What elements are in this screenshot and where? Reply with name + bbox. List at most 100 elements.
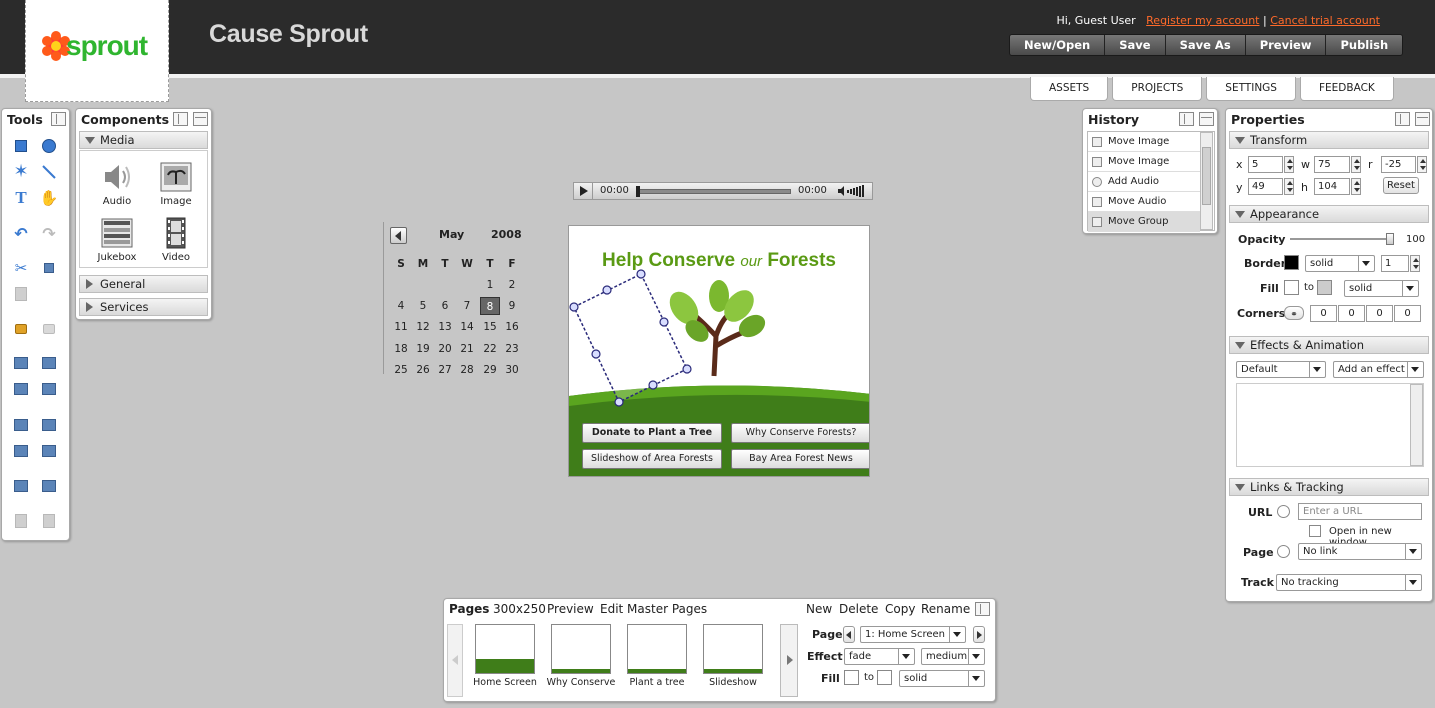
effect-preset-select[interactable]: Default xyxy=(1236,361,1326,378)
corners-link-button[interactable]: ⚭ xyxy=(1284,306,1304,320)
spinner-arrows-icon[interactable] xyxy=(1351,178,1361,195)
panel-collapse-icon[interactable] xyxy=(173,112,188,126)
delete-page-link[interactable]: Delete xyxy=(839,602,878,616)
save-button[interactable]: Save xyxy=(1105,35,1166,55)
calendar-day[interactable]: 14 xyxy=(457,321,477,333)
save-as-button[interactable]: Save As xyxy=(1165,35,1246,55)
forest-news-button[interactable]: Bay Area Forest News xyxy=(731,449,869,469)
next-page-button[interactable] xyxy=(973,626,985,643)
page-thumb-plant-a-tree[interactable] xyxy=(627,624,687,674)
general-section-header[interactable]: General xyxy=(79,275,208,293)
align-center-icon[interactable] xyxy=(11,476,31,496)
url-radio[interactable] xyxy=(1277,505,1290,518)
transform-section-header[interactable]: Transform xyxy=(1229,131,1429,149)
ungroup-icon[interactable] xyxy=(39,353,59,373)
border-style-select[interactable]: solid xyxy=(1305,255,1375,272)
cut-icon[interactable]: ✂ xyxy=(11,258,31,278)
send-backward-icon[interactable] xyxy=(39,379,59,399)
cancel-trial-link[interactable]: Cancel trial account xyxy=(1270,14,1380,27)
bring-forward-icon[interactable] xyxy=(11,379,31,399)
calendar-day[interactable]: 6 xyxy=(435,300,455,312)
panel-minimize-icon[interactable] xyxy=(1199,112,1214,126)
tab-feedback[interactable]: FEEDBACK xyxy=(1299,77,1394,101)
play-icon[interactable] xyxy=(580,186,588,196)
links-section-header[interactable]: Links & Tracking xyxy=(1229,478,1429,496)
new-open-button[interactable]: New/Open xyxy=(1010,35,1106,55)
audio-progress-track[interactable] xyxy=(636,189,791,194)
border-color-swatch[interactable] xyxy=(1284,255,1299,270)
publish-button[interactable]: Publish xyxy=(1326,35,1403,55)
calendar-day[interactable]: 20 xyxy=(435,343,455,355)
line-tool-icon[interactable] xyxy=(39,162,59,182)
align-left-icon[interactable] xyxy=(11,415,31,435)
panel-minimize-icon[interactable] xyxy=(1415,112,1430,126)
spinner-arrows-icon[interactable] xyxy=(1417,156,1427,173)
page-radio[interactable] xyxy=(1277,545,1290,558)
align-right-icon[interactable] xyxy=(39,415,59,435)
fill-to-color-swatch[interactable] xyxy=(1317,280,1332,295)
volume-icon[interactable] xyxy=(836,184,870,198)
url-input[interactable]: Enter a URL xyxy=(1298,503,1422,520)
scroll-thumb[interactable] xyxy=(1202,147,1211,205)
selected-image-frame[interactable] xyxy=(569,268,699,408)
history-item[interactable]: Move Image xyxy=(1088,152,1200,172)
unlock-icon[interactable] xyxy=(39,319,59,339)
calendar-day[interactable]: 27 xyxy=(435,364,455,376)
add-effect-select[interactable]: Add an effect xyxy=(1333,361,1424,378)
rotation-input[interactable]: -25 xyxy=(1381,156,1427,173)
page-thumb-home[interactable] xyxy=(475,624,535,674)
register-link[interactable]: Register my account xyxy=(1146,14,1259,27)
media-section-header[interactable]: Media xyxy=(79,131,208,149)
jukebox-component[interactable]: Jukebox xyxy=(97,217,137,263)
corner-tl-input[interactable]: 0 xyxy=(1310,305,1337,322)
calendar-day[interactable]: 1 xyxy=(480,279,500,291)
border-width-input[interactable]: 1 xyxy=(1381,255,1420,272)
lock-icon[interactable] xyxy=(11,319,31,339)
y-input[interactable]: 49 xyxy=(1248,178,1294,195)
calendar-day[interactable]: 16 xyxy=(502,321,522,333)
history-item[interactable]: Move Audio xyxy=(1088,192,1200,212)
paste-icon[interactable] xyxy=(11,284,31,304)
calendar-day[interactable]: 19 xyxy=(413,343,433,355)
panel-collapse-icon[interactable] xyxy=(1395,112,1410,126)
corner-bl-input[interactable]: 0 xyxy=(1394,305,1421,322)
calendar-day[interactable]: 30 xyxy=(502,364,522,376)
copy-page-link[interactable]: Copy xyxy=(885,602,915,616)
audio-progress-handle[interactable] xyxy=(636,186,640,197)
calendar-day[interactable]: 21 xyxy=(457,343,477,355)
prev-month-button[interactable] xyxy=(390,227,407,244)
calendar-day-selected[interactable]: 8 xyxy=(480,297,500,315)
align-bottom-icon[interactable] xyxy=(39,441,59,461)
effects-scrollbar[interactable] xyxy=(1410,384,1423,466)
calendar-day[interactable]: 28 xyxy=(457,364,477,376)
history-item-selected[interactable]: Move Group xyxy=(1088,212,1200,232)
reset-button[interactable]: Reset xyxy=(1383,177,1419,194)
tab-settings[interactable]: SETTINGS xyxy=(1206,77,1296,101)
calendar-day[interactable]: 11 xyxy=(391,321,411,333)
history-item[interactable]: Add Audio xyxy=(1088,172,1200,192)
panel-collapse-icon[interactable] xyxy=(975,602,990,616)
corner-br-input[interactable]: 0 xyxy=(1366,305,1393,322)
calendar-day[interactable]: 18 xyxy=(391,343,411,355)
spinner-arrows-icon[interactable] xyxy=(1410,255,1420,272)
preview-button[interactable]: Preview xyxy=(1245,35,1327,55)
spinner-arrows-icon[interactable] xyxy=(1351,156,1361,173)
calendar-day[interactable]: 29 xyxy=(480,364,500,376)
align-top-icon[interactable] xyxy=(11,441,31,461)
spinner-arrows-icon[interactable] xyxy=(1284,156,1294,173)
history-scrollbar[interactable] xyxy=(1200,132,1213,230)
rectangle-tool-icon[interactable] xyxy=(11,136,31,156)
page-link-select[interactable]: No link xyxy=(1298,543,1422,560)
calendar-day[interactable]: 22 xyxy=(480,343,500,355)
calendar-day[interactable]: 23 xyxy=(502,343,522,355)
spinner-arrows-icon[interactable] xyxy=(1284,178,1294,195)
align-middle-icon[interactable] xyxy=(39,476,59,496)
distribute-vertical-icon[interactable] xyxy=(39,511,59,531)
calendar-day[interactable]: 4 xyxy=(391,300,411,312)
page-thumb-slideshow[interactable] xyxy=(703,624,763,674)
undo-icon[interactable]: ↶ xyxy=(11,223,31,243)
hand-tool-icon[interactable]: ✋ xyxy=(39,188,59,208)
panel-minimize-icon[interactable] xyxy=(193,112,208,126)
calendar-day[interactable]: 26 xyxy=(413,364,433,376)
calendar-day[interactable]: 9 xyxy=(502,300,522,312)
